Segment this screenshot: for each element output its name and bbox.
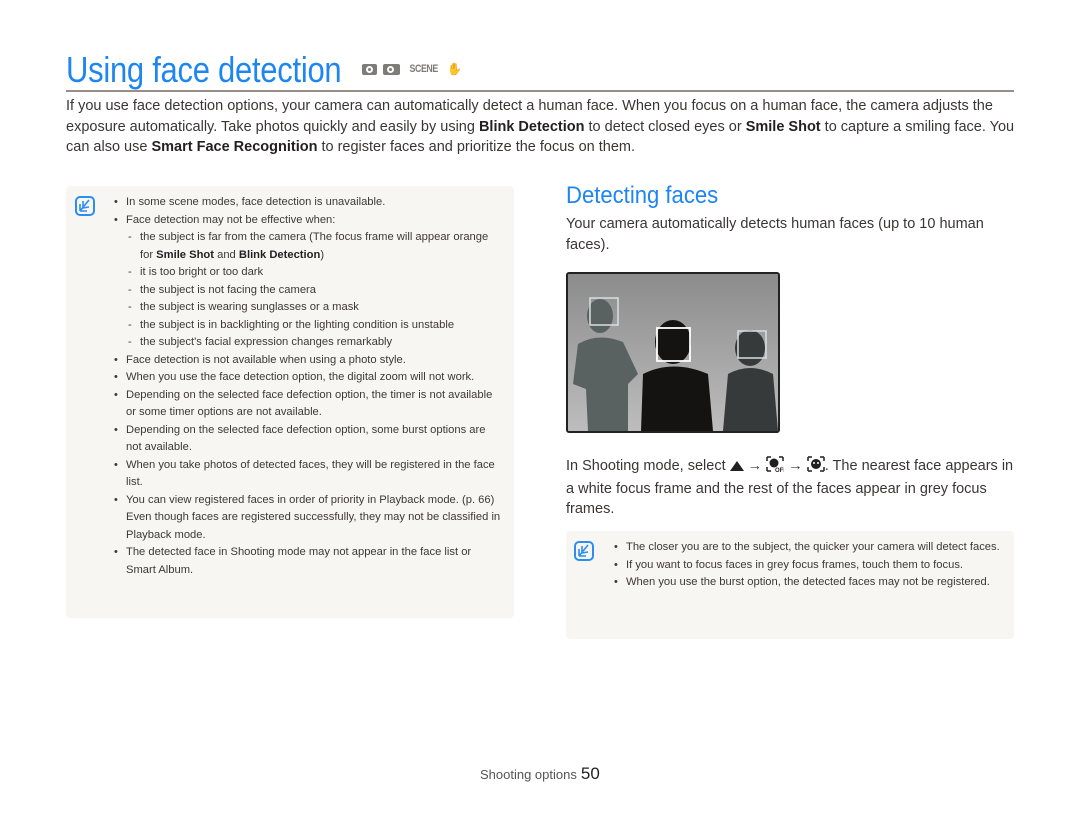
mode-icons: SCENE ✋	[362, 62, 462, 76]
page-title: Using face detection	[66, 49, 342, 90]
page-header: Using face detection SCENE ✋	[66, 50, 1014, 92]
list-item: If you want to focus faces in grey focus…	[614, 557, 1004, 575]
instruction-text: In Shooting mode, select	[566, 458, 730, 474]
list-item: You can view registered faces in order o…	[114, 492, 504, 545]
list-item-text: Face detection may not be effective when…	[126, 213, 336, 226]
note-list: The closer you are to the subject, the q…	[614, 539, 1004, 592]
term-blink-detection: Blink Detection	[478, 118, 585, 135]
list-item: Depending on the selected face defection…	[114, 422, 504, 457]
section-heading: Detecting faces	[566, 182, 719, 209]
sub-text: and	[213, 248, 239, 261]
note-icon	[75, 196, 95, 216]
list-item: In some scene modes, face detection is u…	[114, 194, 504, 212]
intro-paragraph: If you use face detection options, your …	[66, 96, 1016, 158]
menu-up-icon	[729, 458, 744, 479]
sub-list-item: the subject is not facing the camera	[126, 282, 504, 300]
term-smile-shot: Smile Shot	[745, 118, 821, 135]
list-item: When you take photos of detected faces, …	[114, 457, 504, 492]
list-item: Face detection is not available when usi…	[114, 352, 504, 370]
term-smart-face-recognition: Smart Face Recognition	[151, 139, 318, 155]
list-item: The detected face in Shooting mode may n…	[114, 544, 504, 579]
term-blink-detection: Blink Detection	[238, 248, 321, 261]
footer-section-name: Shooting options	[480, 767, 577, 782]
section-description: Your camera automatically detects human …	[566, 216, 984, 253]
list-item: When you use the burst option, the detec…	[614, 574, 1004, 592]
arrow-icon: →	[747, 458, 763, 474]
note-box-limitations: In some scene modes, face detection is u…	[66, 186, 514, 618]
instruction-paragraph: In Shooting mode, select → OFF → . The n…	[566, 456, 1018, 520]
page-footer: Shooting options 50	[480, 764, 600, 784]
list-item: Face detection may not be effective when…	[114, 212, 504, 352]
sub-list-item: it is too bright or too dark	[126, 264, 504, 282]
sub-list: the subject is far from the camera (The …	[126, 229, 504, 352]
sub-list-item: the subject is wearing sunglasses or a m…	[126, 299, 504, 317]
face-detection-illustration	[566, 272, 780, 433]
intro-text: to detect closed eyes or	[584, 118, 746, 135]
list-item: The closer you are to the subject, the q…	[614, 539, 1004, 557]
intro-text: to register faces and prioritize the foc…	[317, 139, 635, 155]
face-detection-off-icon: OFF	[766, 456, 788, 479]
term-smile-shot: Smile Shot	[156, 248, 214, 261]
svg-text:OFF: OFF	[775, 468, 784, 472]
sub-text: )	[320, 248, 325, 261]
note-box-tips: The closer you are to the subject, the q…	[566, 531, 1014, 639]
camera-program-icon	[383, 63, 400, 75]
page-number: 50	[580, 764, 600, 783]
sub-list-item: the subject is in backlighting or the li…	[126, 317, 504, 335]
camera-auto-icon	[362, 63, 377, 75]
dual-is-icon: ✋	[447, 62, 463, 76]
note-list: In some scene modes, face detection is u…	[114, 194, 504, 579]
note-icon	[574, 541, 594, 561]
sub-list-item: the subject is far from the camera (The …	[126, 229, 504, 264]
face-detection-normal-icon	[807, 456, 825, 479]
sub-list-item: the subject's facial expression changes …	[126, 334, 504, 352]
arrow-icon: →	[788, 458, 803, 474]
list-item: Depending on the selected face defection…	[114, 387, 504, 422]
list-item: When you use the face detection option, …	[114, 369, 504, 387]
scene-mode-icon: SCENE	[409, 63, 439, 75]
